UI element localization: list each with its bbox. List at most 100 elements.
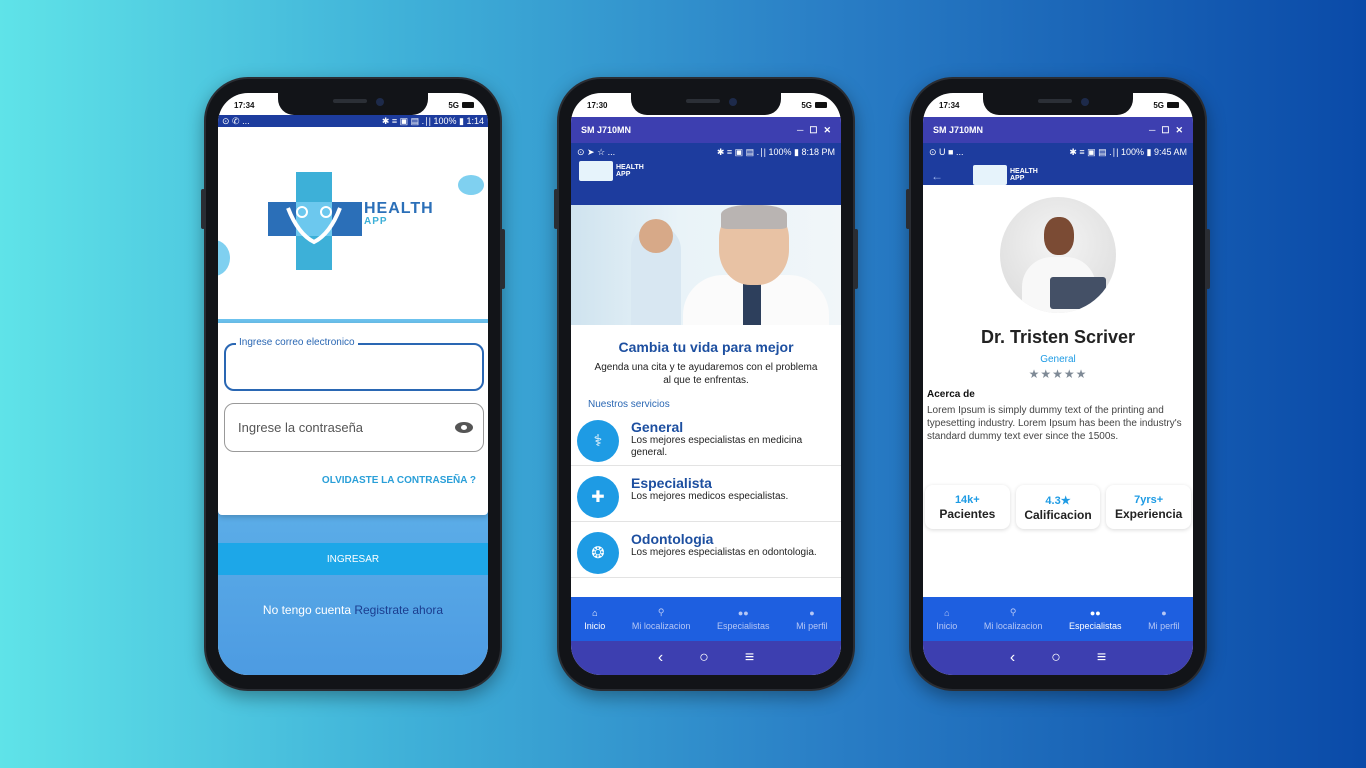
forgot-password-link[interactable]: OLVIDASTE LA CONTRASEÑA ? — [322, 475, 476, 486]
nav-label: Inicio — [936, 620, 958, 631]
maximize-icon[interactable]: ☐ — [1161, 125, 1169, 136]
back-icon[interactable]: ‹ — [1010, 649, 1015, 667]
bottom-navigation: ⌂ Inicio ⚲ Mi localizacion ●● Especialistas… — [923, 597, 1193, 641]
nav-label: Especialistas — [1069, 620, 1122, 631]
login-button[interactable]: INGRESAR — [218, 543, 488, 575]
service-desc: Los mejores especialistas en medicina ge… — [631, 435, 803, 458]
phone-volume-button — [906, 189, 910, 229]
emulator-controls[interactable]: ─ ☐ ✕ — [797, 125, 831, 136]
notch — [278, 93, 428, 115]
signal-label: 5G — [1153, 100, 1164, 110]
nav-item-perfil[interactable]: ● Mi perfil — [796, 608, 828, 631]
person-icon: ● — [1161, 607, 1167, 618]
password-field[interactable]: Ingrese la contraseña — [224, 403, 484, 452]
logo-subtitle: APP — [364, 216, 388, 227]
stat-value: 4.3★ — [1045, 495, 1071, 507]
nav-item-inicio[interactable]: ⌂ Inicio — [584, 608, 605, 631]
status-time: 17:30 — [587, 100, 608, 110]
stat-card: 14k+ Pacientes — [925, 485, 1010, 529]
home-icon: ⌂ — [592, 607, 598, 618]
about-text: Lorem Ipsum is simply dummy text of the … — [927, 405, 1182, 442]
battery-icon — [462, 102, 474, 108]
nav-item-especialistas[interactable]: ●● Especialistas — [1069, 608, 1122, 631]
service-item[interactable]: ✚ Especialista Los mejores medicos especi… — [571, 466, 841, 522]
rating-stars: ★★★★★ — [1028, 367, 1088, 381]
nav-item-perfil[interactable]: ● Mi perfil — [1148, 608, 1180, 631]
phone-side-button — [854, 229, 858, 289]
doctor-avatar — [1000, 197, 1116, 313]
battery-icon — [1167, 102, 1179, 108]
service-desc: Los mejores especialistas en odontologia… — [631, 547, 817, 558]
header-logo: HEALTH APP — [579, 161, 644, 181]
system-navigation: ‹ ○ ≡ — [923, 641, 1193, 675]
location-icon: ⚲ — [1009, 607, 1017, 617]
phone-login: 17:34 5G ⊙ ✆ ... ✱ ≡ ▣ ▤ .∣| 100% ▮ 1:14… — [201, 77, 505, 691]
service-name: Odontologia — [631, 531, 714, 547]
service-item[interactable]: ❂ Odontologia Los mejores especialistas e… — [571, 522, 841, 578]
emulator-toolbar: SM J710MN ─ ☐ ✕ — [923, 117, 1193, 143]
person-icon: ● — [809, 607, 815, 618]
nav-item-inicio[interactable]: ⌂ Inicio — [936, 608, 957, 631]
back-arrow-icon[interactable]: ← — [931, 169, 943, 183]
login-screen: 17:34 5G ⊙ ✆ ... ✱ ≡ ▣ ▤ .∣| 100% ▮ 1:14… — [218, 93, 488, 675]
nav-label: Mi perfil — [1148, 620, 1180, 631]
service-item[interactable]: ⚕ General Los mejores especialistas en me… — [571, 410, 841, 466]
home-circle-icon[interactable]: ○ — [699, 649, 709, 667]
home-screen: 17:30 5G SM J710MN ─ ☐ ✕ ⊙ ➤ ☆ ... ✱ ≡ ▣ ▤… — [571, 93, 841, 675]
minimize-icon[interactable]: ─ — [797, 125, 803, 136]
recents-icon[interactable]: ≡ — [745, 649, 754, 667]
header-logo: HEALTH APP — [973, 165, 1038, 185]
system-navigation: ‹ ○ ≡ — [571, 641, 841, 675]
nav-label: Especialistas — [717, 620, 770, 631]
android-status-bar: ⊙ ➤ ☆ ... ✱ ≡ ▣ ▤ .∣| 100% ▮ 8:18 PM — [571, 143, 841, 161]
bottom-navigation: ⌂ Inicio ⚲ Mi localizacion ●● Especialistas… — [571, 597, 841, 641]
login-form: Ingrese correo electronico Ingrese la co… — [218, 323, 488, 515]
register-link[interactable]: Registrate ahora — [354, 603, 443, 617]
email-field[interactable]: Ingrese correo electronico — [224, 337, 484, 391]
logo-title: HEALTH — [1010, 168, 1038, 175]
emulator-controls[interactable]: ─ ☐ ✕ — [1149, 125, 1183, 136]
stat-label: Pacientes — [939, 507, 996, 521]
nav-item-localizacion[interactable]: ⚲ Mi localizacion — [984, 607, 1043, 631]
about-title: Acerca de — [927, 389, 975, 400]
services-title: Nuestros servicios — [588, 399, 670, 410]
close-icon[interactable]: ✕ — [1175, 125, 1183, 136]
android-status-bar: ⊙ U ■ ... ✱ ≡ ▣ ▤ .∣| 100% ▮ 9:45 AM — [923, 143, 1193, 161]
nav-label: Mi localizacion — [983, 621, 1043, 631]
stat-card: 4.3★ Calificacion — [1015, 485, 1101, 529]
health-logo-icon — [973, 165, 1007, 185]
minimize-icon[interactable]: ─ — [1149, 125, 1155, 136]
nav-item-localizacion[interactable]: ⚲ Mi localizacion — [632, 607, 691, 631]
android-status-left: ⊙ ➤ ☆ ... — [577, 146, 616, 157]
android-status-left: ⊙ U ■ ... — [929, 146, 964, 157]
logo-title: HEALTH — [616, 164, 644, 171]
doctor-stats: 14k+ Pacientes 4.3★ Calificacion 7yrs+ Expe… — [923, 485, 1193, 529]
decor-bubble — [218, 240, 230, 276]
android-status-right: ✱ ≡ ▣ ▤ .∣| 100% ▮ 1:14 — [381, 115, 484, 126]
health-cross-logo-icon — [268, 172, 362, 270]
phone-doctor: 17:34 5G SM J710MN ─ ☐ ✕ ⊙ U ■ ... ✱ ≡ ▣ ▤… — [906, 77, 1210, 691]
signal-label: 5G — [448, 100, 459, 110]
nav-label: Mi localizacion — [631, 621, 691, 631]
notch — [631, 93, 781, 115]
stat-card: 7yrs+ Experiencia — [1106, 485, 1192, 529]
recents-icon[interactable]: ≡ — [1097, 649, 1106, 667]
nav-item-especialistas[interactable]: ●● Especialistas — [717, 608, 770, 631]
home-circle-icon[interactable]: ○ — [1051, 649, 1061, 667]
android-status-right: ✱ ≡ ▣ ▤ .∣| 100% ▮ 9:45 AM — [1069, 146, 1187, 157]
service-desc: Los mejores medicos especialistas. — [631, 491, 789, 502]
eye-icon[interactable] — [455, 422, 473, 433]
nav-label: Mi perfil — [796, 620, 828, 631]
password-placeholder: Ingrese la contraseña — [238, 420, 364, 435]
logo-wordmark: HEALTH APP — [364, 200, 434, 227]
maximize-icon[interactable]: ☐ — [809, 125, 817, 136]
stat-label: Experiencia — [1114, 507, 1183, 521]
phone-volume-button — [554, 189, 558, 229]
doctor-name: Dr. Tristen Scriver — [980, 327, 1136, 347]
people-icon: ●● — [1089, 607, 1101, 618]
back-icon[interactable]: ‹ — [658, 649, 663, 667]
doctor-specialty: General — [1040, 354, 1076, 365]
close-icon[interactable]: ✕ — [823, 125, 831, 136]
tooth-icon: ❂ — [577, 532, 619, 574]
email-label: Ingrese correo electronico — [236, 337, 358, 348]
